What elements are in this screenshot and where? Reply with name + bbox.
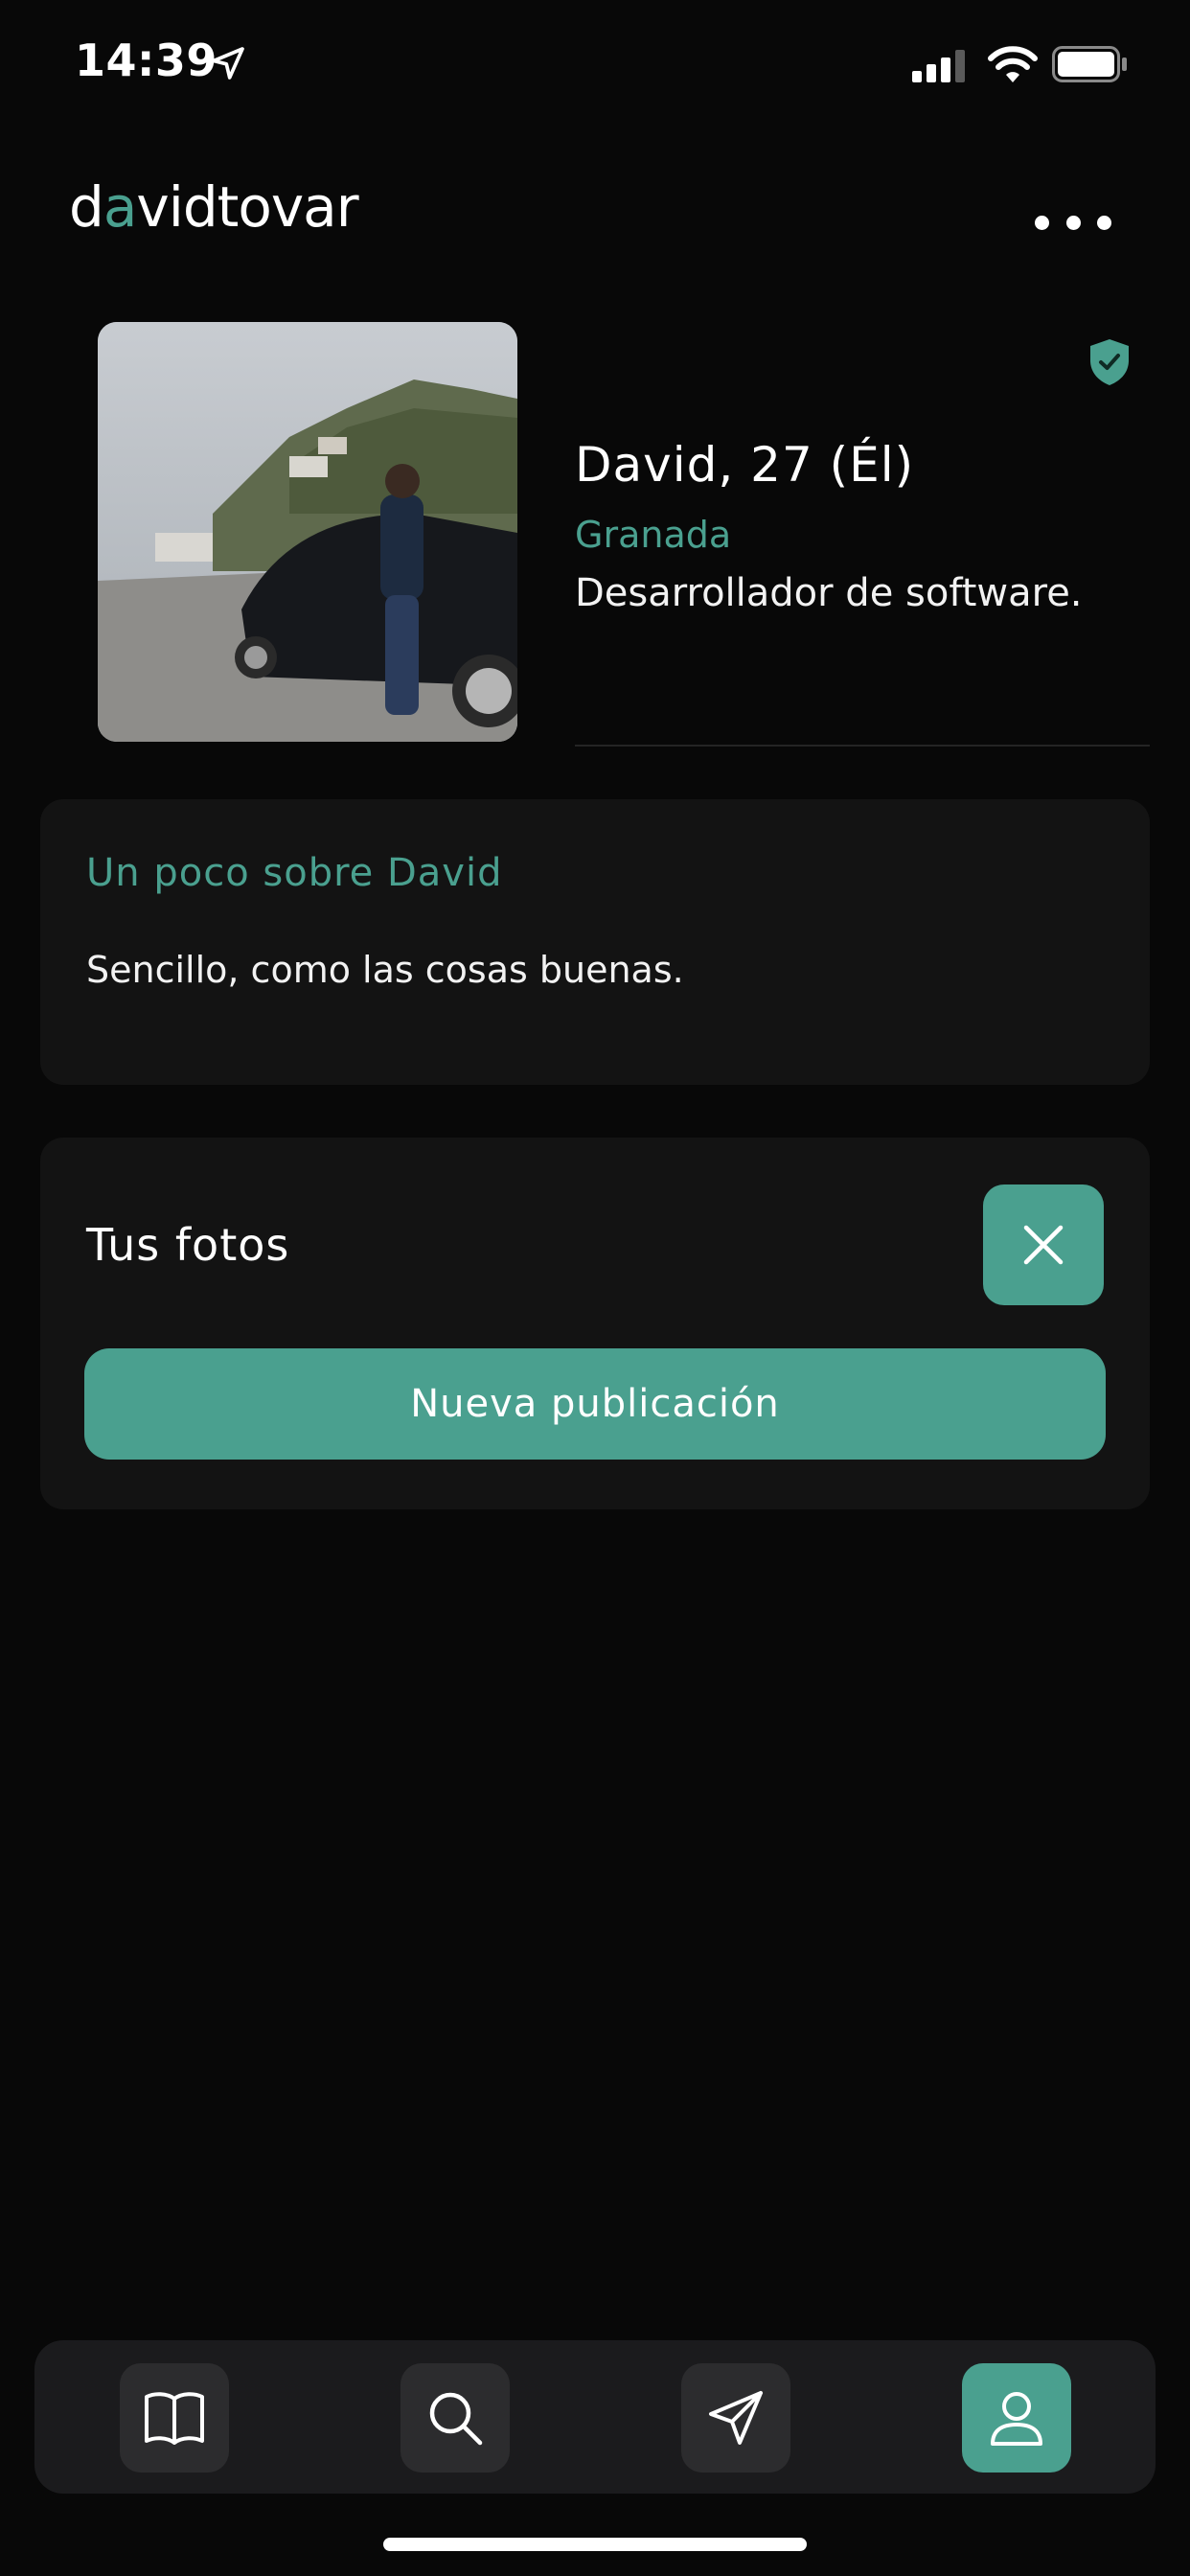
home-indicator[interactable]	[383, 2538, 807, 2551]
location-arrow-icon	[212, 47, 244, 80]
cellular-signal-icon	[912, 50, 965, 82]
verified-shield-icon	[1090, 339, 1129, 385]
more-horizontal-icon-dot	[1065, 215, 1081, 230]
more-options-button[interactable]	[1035, 197, 1111, 247]
profile-photo-image	[98, 322, 517, 742]
brand-logo: davidtovar	[69, 174, 359, 240]
close-icon	[1023, 1225, 1064, 1265]
status-time: 14:39	[75, 34, 217, 86]
profile-divider	[575, 745, 1150, 747]
new-post-button[interactable]: Nueva publicación	[84, 1348, 1106, 1460]
tab-search[interactable]	[400, 2363, 510, 2472]
brand-logo-text-rest: vidtovar	[136, 174, 358, 240]
brand-logo-accent: a	[103, 174, 138, 240]
more-horizontal-icon-dot	[1097, 215, 1111, 230]
send-icon	[709, 2391, 763, 2445]
brand-logo-text: d	[69, 174, 104, 240]
tab-messages[interactable]	[681, 2363, 790, 2472]
user-icon	[991, 2392, 1042, 2446]
tab-book[interactable]	[120, 2363, 229, 2472]
profile-name-age: David, 27 (Él)	[575, 437, 915, 493]
more-horizontal-icon	[1035, 215, 1049, 230]
about-text: Sencillo, como las cosas buenas.	[86, 949, 684, 991]
about-title: Un poco sobre David	[86, 851, 503, 895]
profile-city: Granada	[575, 514, 732, 556]
profile-occupation: Desarrollador de software.	[575, 571, 1083, 615]
tab-profile[interactable]	[962, 2363, 1071, 2472]
close-photos-button[interactable]	[983, 1184, 1104, 1305]
photos-title: Tus fotos	[86, 1219, 290, 1271]
about-card	[40, 799, 1150, 1085]
book-icon	[145, 2392, 204, 2445]
battery-icon	[1052, 46, 1127, 82]
wifi-icon	[988, 46, 1038, 82]
search-icon	[429, 2392, 483, 2446]
profile-photo[interactable]	[98, 322, 517, 742]
